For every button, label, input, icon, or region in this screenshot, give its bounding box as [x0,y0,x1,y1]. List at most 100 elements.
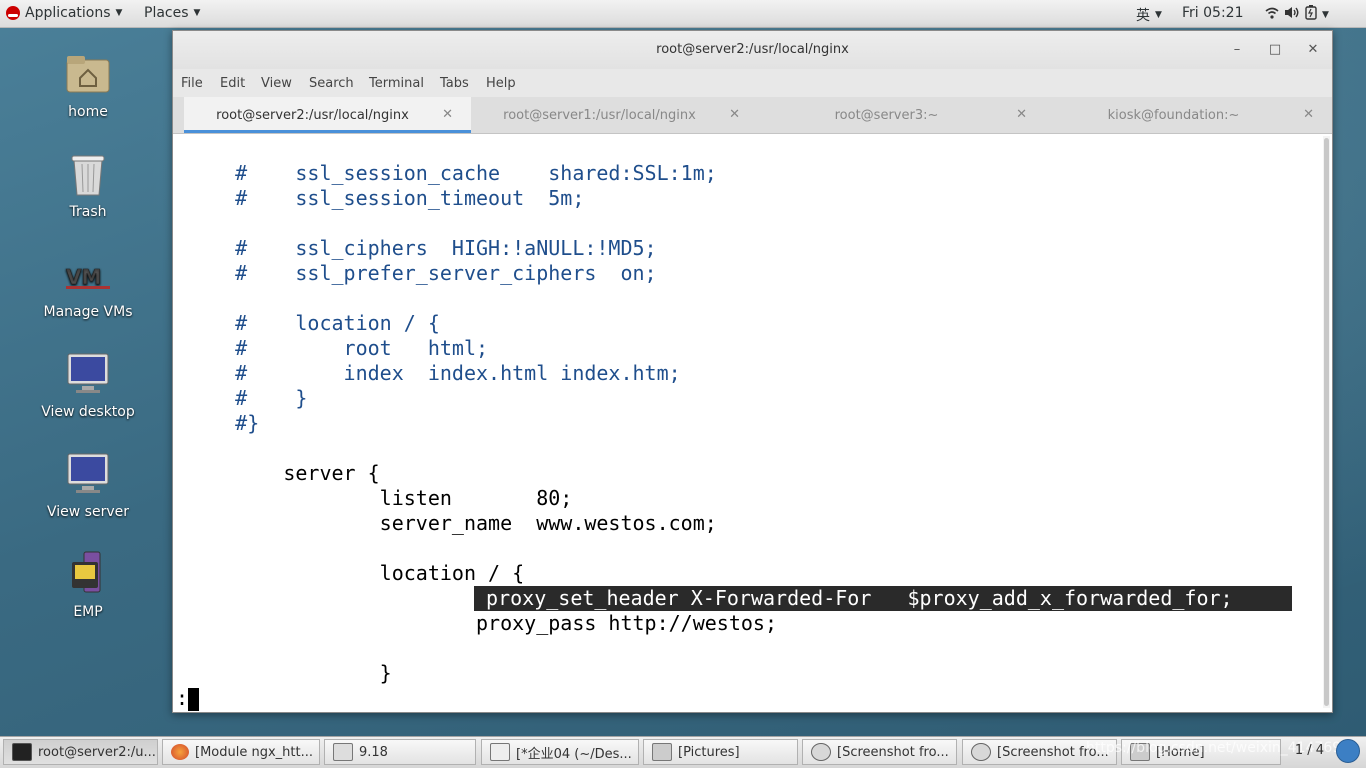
menu-file[interactable]: File [181,76,203,91]
desktop-icon-label: View server [47,504,129,520]
terminal-content[interactable]: # ssl_session_cache shared:SSL:1m; # ssl… [173,134,1320,712]
clock[interactable]: Fri 05:21 [1182,5,1243,21]
tab-label: root@server1:/usr/local/nginx [503,108,696,123]
taskbar-item-pictures[interactable]: [Pictures] [643,739,798,765]
tab-server3[interactable]: root@server3:~ ✕ [758,97,1045,133]
screenshot-icon [971,743,991,761]
taskbar-item-terminal[interactable]: root@server2:/u... [3,739,158,765]
text-editor-icon [333,743,353,761]
taskbar-item-label: [Pictures] [678,744,740,760]
menu-edit[interactable]: Edit [220,76,245,91]
close-tab-icon[interactable]: ✕ [1303,107,1314,122]
desktop-icon-view-server[interactable]: View server [33,450,143,520]
desktop-icon-label: Manage VMs [43,304,133,320]
tab-label: root@server2:/usr/local/nginx [216,108,409,123]
workspace-pager[interactable]: 1 / 4 [1295,743,1324,758]
emp-icon [64,550,112,598]
taskbar-item-label: 9.18 [359,744,388,760]
terminal-line: # } [187,386,308,410]
places-menu[interactable]: Places ▼ [144,5,200,21]
close-tab-icon[interactable]: ✕ [729,107,740,122]
terminal-line: listen 80; [187,486,573,510]
prompt-colon: : [176,686,189,710]
terminal-line: # root html; [187,336,489,360]
menu-tabs[interactable]: Tabs [440,76,469,91]
tab-foundation[interactable]: kiosk@foundation:~ ✕ [1045,97,1332,133]
terminal-line: # index index.html index.htm; [187,361,681,385]
chevron-down-icon: ▼ [193,8,201,18]
chevron-down-icon: ▼ [115,8,123,18]
terminal-line: #} [187,411,260,435]
input-method-indicator[interactable]: 英 ▼ [1136,5,1162,25]
trash-icon [64,150,112,198]
taskbar-item-screenshot-1[interactable]: [Screenshot fro... [802,739,957,765]
maximize-button[interactable]: □ [1265,40,1285,60]
desktop-icon-manage-vms[interactable]: VM Manage VMs [33,250,143,320]
file-manager-icon [652,743,672,761]
close-tab-icon[interactable]: ✕ [1016,107,1027,122]
menu-terminal[interactable]: Terminal [369,76,424,91]
taskbar-item-9-18[interactable]: 9.18 [324,739,476,765]
firefox-icon [171,744,189,760]
window-titlebar[interactable]: root@server2:/usr/local/nginx – □ ✕ [173,31,1332,69]
scrollbar-thumb[interactable] [1324,138,1329,706]
chevron-down-icon: ▼ [1322,9,1329,20]
taskbar-item-label: [Module ngx_htt... [195,744,313,760]
desktop-icon-home[interactable]: home [33,50,143,120]
system-status-area[interactable]: ▼ [1265,5,1329,24]
taskbar-item-firefox[interactable]: [Module ngx_htt... [162,739,320,765]
menu-help[interactable]: Help [486,76,516,91]
scrollbar[interactable] [1323,136,1330,708]
terminal-line: # ssl_ciphers HIGH:!aNULL:!MD5; [187,236,657,260]
terminal-line: server_name www.westos.com; [187,511,717,535]
terminal-line: server { [187,461,380,485]
monitor-icon [64,350,112,398]
menu-view[interactable]: View [261,76,292,91]
terminal-line: # ssl_prefer_server_ciphers on; [187,261,657,285]
desktop-icon-trash[interactable]: Trash [33,150,143,220]
places-label: Places [144,5,189,21]
highlighted-line: proxy_set_header X-Forwarded-For $proxy_… [474,586,1292,611]
wifi-icon [1265,7,1279,23]
close-button[interactable]: ✕ [1303,40,1323,60]
desktop-icon-emp[interactable]: EMP [33,550,143,620]
taskbar-item-gedit[interactable]: [*企业04 (~/Des... [481,739,639,765]
command-prompt[interactable]: : [176,686,200,711]
chevron-down-icon: ▼ [1155,10,1162,20]
taskbar-item-label: [*企业04 (~/Des... [516,746,632,762]
terminal-line: location / { [187,561,525,585]
workspace-switcher-icon[interactable] [1336,739,1360,763]
applications-label: Applications [25,5,111,21]
menubar: File Edit View Search Terminal Tabs Help [173,69,1332,97]
input-method-label: 英 [1136,8,1150,24]
desktop-icon-label: Trash [69,204,107,220]
minimize-button[interactable]: – [1227,40,1247,60]
terminal-icon [12,743,32,761]
tab-server2[interactable]: root@server2:/usr/local/nginx ✕ [184,97,471,133]
desktop-icon-label: EMP [73,604,103,620]
applications-menu[interactable]: Applications ▼ [6,5,122,21]
terminal-line: } [187,661,392,685]
terminal-line: proxy_pass http://westos; [187,611,778,635]
taskbar-item-label: root@server2:/u... [38,744,156,760]
volume-icon [1284,6,1300,23]
terminal-line: # ssl_session_timeout 5m; [187,186,585,210]
vmm-icon: VM [64,250,112,298]
desktop-icon-view-desktop[interactable]: View desktop [33,350,143,420]
top-panel: Applications ▼ Places ▼ 英 ▼ Fri 05:21 ▼ [0,0,1366,28]
screenshot-icon [811,743,831,761]
terminal-window: root@server2:/usr/local/nginx – □ ✕ File… [172,30,1333,713]
redhat-logo-icon [6,6,20,20]
text-cursor [188,688,200,711]
tab-server1[interactable]: root@server1:/usr/local/nginx ✕ [471,97,758,133]
clock-label: Fri 05:21 [1182,5,1244,21]
home-folder-icon [64,50,112,98]
desktop-icon-label: View desktop [41,404,135,420]
taskbar-item-label: [Screenshot fro... [837,744,949,760]
desktop-icon-label: home [68,104,108,120]
battery-icon [1305,5,1317,24]
svg-text:VM: VM [66,265,101,289]
tab-label: root@server3:~ [834,108,939,123]
close-tab-icon[interactable]: ✕ [442,107,453,122]
menu-search[interactable]: Search [309,76,354,91]
